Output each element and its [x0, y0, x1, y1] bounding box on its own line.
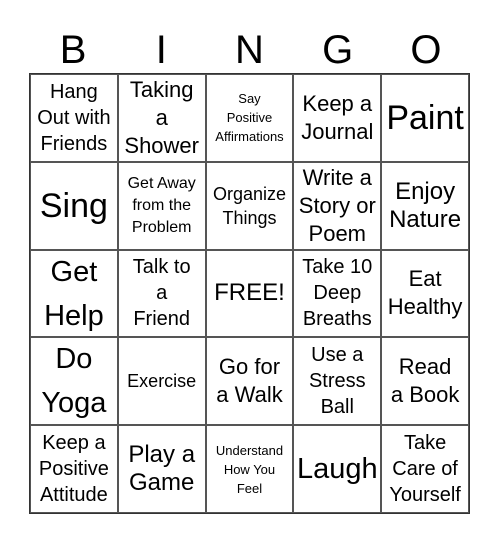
cell-text: Paint — [386, 98, 464, 137]
bingo-cell[interactable]: Understand How You Feel — [205, 425, 294, 513]
header-letter-g: G — [322, 28, 354, 72]
cell-text: Get Help — [44, 255, 104, 332]
cell-text: Sing — [39, 186, 108, 225]
bingo-cell[interactable]: Hang Out with Friends — [30, 74, 118, 162]
bingo-cell[interactable]: Write a Story or Poem — [293, 161, 382, 250]
bingo-cell[interactable]: Organize Things — [205, 161, 294, 250]
bingo-header: B I N G O — [29, 28, 470, 72]
free-space[interactable]: FREE! — [205, 249, 294, 338]
bingo-cell[interactable]: Enjoy Nature — [381, 161, 469, 250]
bingo-cell[interactable]: Talk to a Friend — [117, 249, 206, 338]
bingo-cell[interactable]: Exercise — [117, 337, 206, 426]
bingo-cell[interactable]: Get Away from the Problem — [117, 161, 206, 250]
cell-text: Read a Book — [390, 354, 460, 408]
bingo-cell[interactable]: Go for a Walk — [205, 337, 294, 426]
cell-text: Play a Game — [128, 441, 196, 497]
cell-text: Talk to a Friend — [132, 256, 191, 331]
bingo-cell[interactable]: Use a Stress Ball — [293, 337, 382, 426]
bingo-cell[interactable]: Keep a Positive Attitude — [30, 425, 118, 513]
header-letter-b: B — [59, 28, 87, 72]
bingo-cell[interactable]: Taking a Shower — [117, 74, 206, 162]
cell-text: Eat Healthy — [387, 266, 463, 320]
cell-text: Taking a Shower — [124, 76, 199, 158]
cell-text: Say Positive Affirmations — [215, 91, 284, 145]
bingo-cell[interactable]: Do Yoga — [30, 337, 118, 426]
header-letter-i: I — [155, 28, 167, 72]
header-letter-n: N — [235, 28, 264, 72]
bingo-cell[interactable]: Say Positive Affirmations — [205, 74, 294, 162]
cell-text: Understand How You Feel — [215, 442, 284, 496]
cell-text: Exercise — [127, 371, 197, 392]
cell-text: FREE! — [214, 279, 285, 307]
cell-text: Hang Out with Friends — [37, 80, 111, 155]
bingo-cell[interactable]: Play a Game — [117, 425, 206, 513]
bingo-cell[interactable]: Sing — [30, 161, 118, 250]
cell-text: Go for a Walk — [216, 354, 283, 408]
bingo-cell[interactable]: Keep a Journal — [293, 74, 382, 162]
bingo-cell[interactable]: Take 10 Deep Breaths — [293, 249, 382, 338]
cell-text: Use a Stress Ball — [308, 344, 366, 419]
bingo-cell[interactable]: Read a Book — [381, 337, 469, 426]
bingo-cell[interactable]: Paint — [381, 74, 469, 162]
bingo-grid: Hang Out with Friends Taking a Shower Sa… — [29, 73, 470, 514]
cell-text: Write a Story or Poem — [298, 164, 376, 246]
cell-text: Laugh — [296, 453, 378, 486]
bingo-cell[interactable]: Take Care of Yourself — [381, 425, 469, 513]
cell-text: Get Away from the Problem — [127, 174, 196, 236]
cell-text: Organize Things — [212, 183, 287, 228]
bingo-cell[interactable]: Laugh — [293, 425, 382, 513]
cell-text: Keep a Journal — [301, 90, 374, 144]
bingo-cell[interactable]: Get Help — [30, 249, 118, 338]
cell-text: Keep a Positive Attitude — [38, 432, 109, 507]
header-letter-o: O — [410, 28, 442, 72]
cell-text: Take Care of Yourself — [389, 432, 461, 507]
cell-text: Enjoy Nature — [389, 177, 462, 233]
cell-text: Take 10 Deep Breaths — [302, 256, 373, 331]
cell-text: Do Yoga — [41, 343, 107, 420]
bingo-cell[interactable]: Eat Healthy — [381, 249, 469, 338]
